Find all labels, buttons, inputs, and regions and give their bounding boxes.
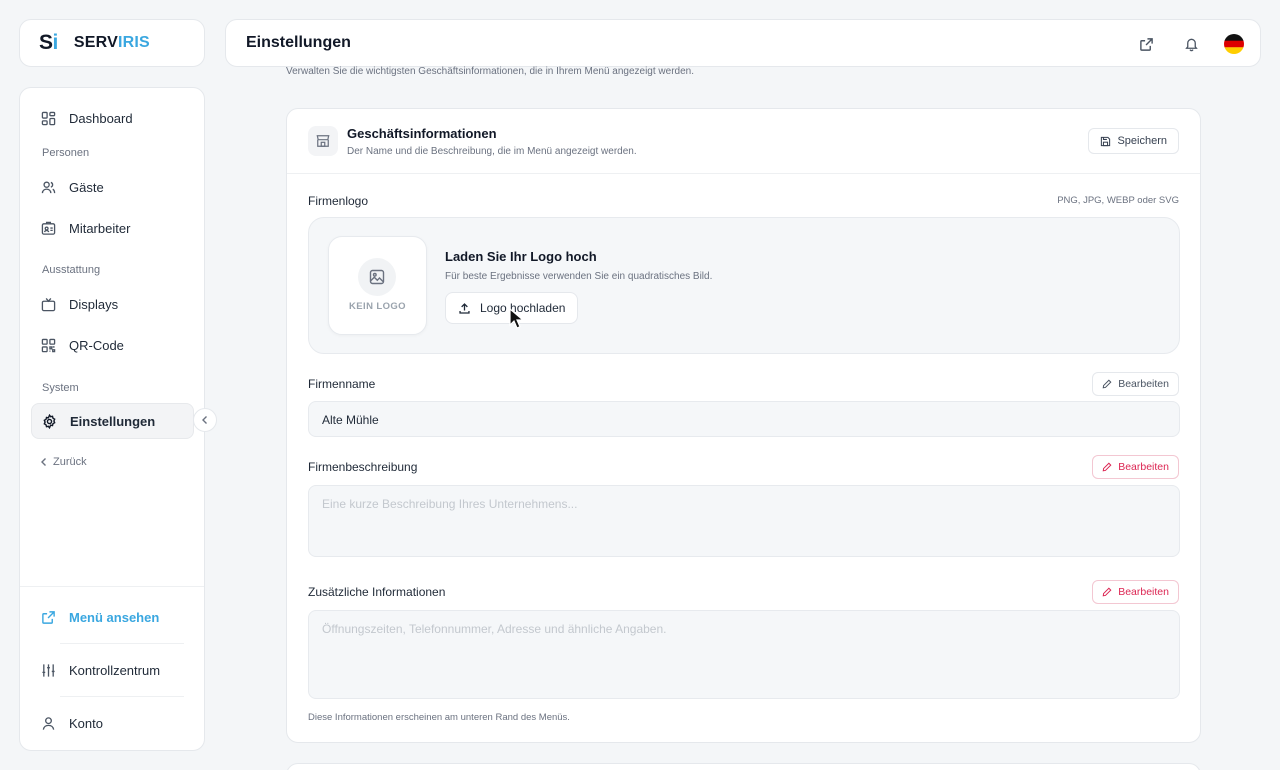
business-info-card: Geschäftsinformationen Der Name und die … bbox=[286, 108, 1201, 743]
section-label-personen: Personen bbox=[42, 147, 90, 159]
upload-title: Laden Sie Ihr Logo hoch bbox=[445, 249, 597, 264]
card-description: Der Name und die Beschreibung, die im Me… bbox=[347, 146, 637, 157]
open-menu-button[interactable] bbox=[1134, 32, 1158, 56]
sidebar-item-konto[interactable]: Konto bbox=[31, 705, 194, 741]
company-description-field[interactable]: Eine kurze Beschreibung Ihres Unternehme… bbox=[308, 485, 1180, 557]
tv-icon bbox=[41, 297, 56, 311]
sidebar-item-kontrollzentrum[interactable]: Kontrollzentrum bbox=[31, 652, 194, 688]
chevron-left-icon bbox=[202, 416, 207, 424]
sidebar-item-label: Gäste bbox=[69, 179, 104, 195]
gear-icon bbox=[43, 413, 56, 429]
edit-button-label: Bearbeiten bbox=[1118, 461, 1169, 473]
company-name-label: Firmenname bbox=[308, 377, 376, 391]
back-link-label: Zurück bbox=[53, 456, 87, 468]
logo-placeholder: KEIN LOGO bbox=[328, 236, 427, 335]
bell-icon bbox=[1184, 38, 1198, 52]
language-switcher[interactable] bbox=[1224, 34, 1244, 54]
sidebar-item-label: Konto bbox=[69, 715, 103, 731]
pencil-icon bbox=[1102, 462, 1112, 472]
save-icon bbox=[1101, 136, 1111, 146]
pencil-icon bbox=[1102, 587, 1112, 597]
divider bbox=[60, 643, 184, 644]
de-flag-icon bbox=[1224, 34, 1244, 54]
store-icon bbox=[308, 126, 338, 156]
upload-icon bbox=[459, 302, 470, 314]
sidebar-item-qr-code[interactable]: QR-Code bbox=[31, 327, 194, 363]
section-label-system: System bbox=[42, 382, 79, 394]
sidebar-item-label: Kontrollzentrum bbox=[69, 662, 161, 678]
additional-info-label: Zusätzliche Informationen bbox=[308, 585, 446, 599]
image-icon bbox=[358, 258, 396, 296]
external-link-icon bbox=[1139, 37, 1153, 51]
divider bbox=[20, 586, 204, 587]
sliders-icon bbox=[42, 663, 55, 677]
brand-name: SERVIRIS bbox=[73, 34, 150, 51]
next-card bbox=[286, 763, 1201, 770]
chevron-left-icon bbox=[41, 458, 46, 466]
upload-description: Für beste Ergebnisse verwenden Sie ein q… bbox=[445, 271, 713, 282]
sidebar-item-label: Mitarbeiter bbox=[69, 220, 131, 236]
sidebar-item-gaeste[interactable]: Gäste bbox=[31, 169, 194, 205]
sidebar-item-menu-ansehen[interactable]: Menü ansehen bbox=[31, 599, 194, 635]
divider bbox=[287, 173, 1200, 174]
notifications-button[interactable] bbox=[1179, 32, 1203, 56]
logo-formats-hint: PNG, JPG, WEBP oder SVG bbox=[1057, 195, 1179, 206]
edit-button-label: Bearbeiten bbox=[1118, 378, 1169, 390]
brand-mark: Si bbox=[39, 31, 58, 54]
header-actions bbox=[1113, 32, 1244, 56]
external-link-icon bbox=[42, 610, 55, 624]
edit-company-description-button[interactable]: Bearbeiten bbox=[1092, 455, 1179, 479]
sidebar-item-displays[interactable]: Displays bbox=[31, 286, 194, 322]
mouse-cursor-icon bbox=[509, 308, 525, 329]
sidebar-collapse-button[interactable] bbox=[193, 408, 217, 432]
page-subtitle: Verwalten Sie die wichtigsten Geschäftsi… bbox=[286, 66, 695, 77]
additional-info-footnote: Diese Informationen erscheinen am untere… bbox=[308, 712, 570, 723]
sidebar-item-mitarbeiter[interactable]: Mitarbeiter bbox=[31, 210, 194, 246]
section-label-ausstattung: Ausstattung bbox=[42, 264, 101, 276]
users-icon bbox=[41, 180, 56, 193]
logo-label: Firmenlogo bbox=[308, 194, 369, 208]
sidebar-item-label: Menü ansehen bbox=[69, 609, 160, 625]
save-button-label: Speichern bbox=[1117, 135, 1167, 147]
sidebar-item-dashboard[interactable]: Dashboard bbox=[31, 100, 194, 136]
edit-additional-info-button[interactable]: Bearbeiten bbox=[1092, 580, 1179, 604]
brand-logo[interactable]: Si SERVIRIS bbox=[19, 19, 205, 67]
company-description-label: Firmenbeschreibung bbox=[308, 460, 418, 474]
additional-info-field[interactable]: Öffnungszeiten, Telefonnummer, Adresse u… bbox=[308, 610, 1180, 699]
sidebar-item-label: QR-Code bbox=[69, 337, 124, 353]
back-link[interactable]: Zurück bbox=[40, 456, 87, 468]
save-button[interactable]: Speichern bbox=[1088, 128, 1179, 154]
dashboard-icon bbox=[41, 111, 56, 125]
logo-upload-area[interactable]: KEIN LOGO Laden Sie Ihr Logo hoch Für be… bbox=[308, 217, 1180, 354]
pencil-icon bbox=[1102, 379, 1112, 389]
divider bbox=[60, 696, 184, 697]
no-logo-text: KEIN LOGO bbox=[349, 301, 406, 312]
top-header: Einstellungen bbox=[225, 19, 1261, 67]
page-title: Einstellungen bbox=[246, 34, 351, 51]
qr-code-icon bbox=[41, 338, 56, 352]
sidebar-item-einstellungen[interactable]: Einstellungen bbox=[31, 403, 194, 439]
sidebar-item-label: Displays bbox=[69, 296, 119, 312]
user-icon bbox=[42, 716, 55, 730]
edit-button-label: Bearbeiten bbox=[1118, 586, 1169, 598]
id-card-icon bbox=[41, 221, 56, 235]
edit-company-name-button[interactable]: Bearbeiten bbox=[1092, 372, 1179, 396]
card-title: Geschäftsinformationen bbox=[347, 126, 497, 141]
sidebar-item-label: Einstellungen bbox=[70, 413, 156, 429]
company-name-field[interactable]: Alte Mühle bbox=[308, 401, 1180, 437]
sidebar-item-label: Dashboard bbox=[69, 110, 133, 126]
sidebar: Dashboard Personen Gäste Mitarbeiter Aus… bbox=[19, 87, 205, 751]
